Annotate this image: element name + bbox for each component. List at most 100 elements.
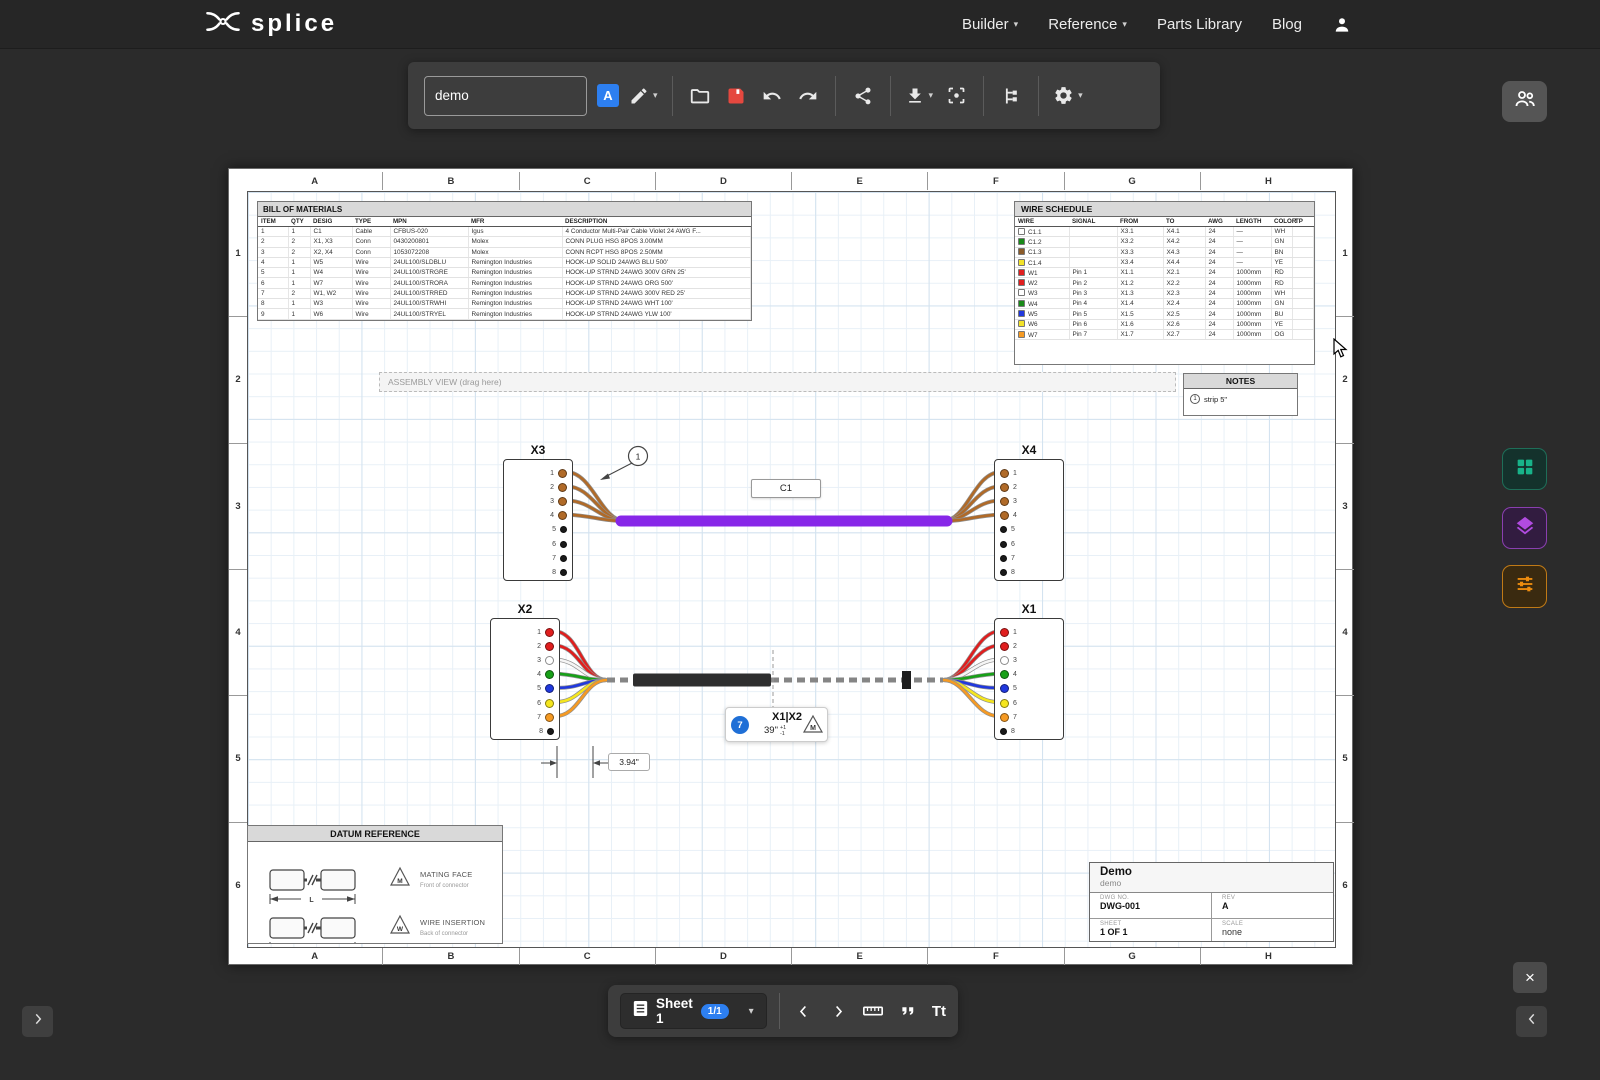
pin-X3-4[interactable]: 4: [550, 509, 567, 523]
connector-x3[interactable]: X3 12345678: [503, 443, 573, 581]
wire-color-swatch: [1018, 237, 1025, 245]
wire-row[interactable]: W7 Pin 7 X1.7 X2.7 24 1000mm OG: [1015, 329, 1314, 341]
save-button[interactable]: [723, 76, 749, 116]
fit-view-button[interactable]: [943, 76, 969, 116]
pin-X3-8[interactable]: 8: [552, 565, 567, 579]
pin-X2-2[interactable]: 2: [537, 639, 554, 653]
pin-X3-1[interactable]: 1: [550, 466, 567, 480]
pin-X4-7[interactable]: 7: [1000, 551, 1015, 565]
pin-X1-8[interactable]: 8: [1000, 724, 1015, 738]
wire-row[interactable]: W5 Pin 5 X1.5 X2.5 24 1000mm BU: [1015, 308, 1314, 320]
bom-row[interactable]: 5 1 W4 Wire 24UL100/STRGRE Remington Industri…: [258, 267, 751, 279]
connector-x2[interactable]: X2 12345678: [490, 602, 560, 740]
pin-X1-5[interactable]: 5: [1000, 682, 1017, 696]
pin-X1-2[interactable]: 2: [1000, 639, 1017, 653]
harness-tree-button[interactable]: [998, 76, 1024, 116]
bom-row[interactable]: 3 2 X2, X4 Conn 1053072208 Molex CONN RCPT HSG…: [258, 247, 751, 258]
pin-X2-3[interactable]: 3: [537, 653, 554, 667]
drawing-sheet[interactable]: ABCDEFGH ABCDEFGH 123456 123456 BILL OF …: [228, 168, 1354, 965]
prev-sheet-button[interactable]: [792, 993, 815, 1029]
bom-row[interactable]: 1 1 C1 Cable CFBUS-020 Igus 4 Conductor Multi-…: [258, 226, 751, 238]
wire-row[interactable]: W2 Pin 2 X1.2 X2.2 24 1000mm RD: [1015, 277, 1314, 289]
share-button[interactable]: [850, 76, 876, 116]
note-tool-button[interactable]: [897, 993, 920, 1029]
sheet-selector-button[interactable]: Sheet 1 1/1 ▾: [620, 993, 767, 1029]
nav-item-builder[interactable]: Builder ▾: [962, 16, 1018, 33]
pin-X2-8[interactable]: 8: [539, 724, 554, 738]
splice-logo[interactable]: splice: [205, 8, 337, 40]
assembly-view-dropzone[interactable]: ASSEMBLY VIEW (drag here): [379, 372, 1176, 392]
pin-X4-2[interactable]: 2: [1000, 480, 1017, 494]
properties-panel-button[interactable]: [1502, 565, 1547, 608]
pin-X1-4[interactable]: 4: [1000, 668, 1017, 682]
undo-button[interactable]: [759, 76, 785, 116]
pin-X2-1[interactable]: 1: [537, 625, 554, 639]
wire-row[interactable]: W3 Pin 3 X1.3 X2.3 24 1000mm WH: [1015, 288, 1314, 300]
pin-X3-2[interactable]: 2: [550, 480, 567, 494]
pin-X4-8[interactable]: 8: [1000, 565, 1015, 579]
breakout-dimension-label[interactable]: 3.94": [608, 753, 650, 771]
title-block[interactable]: Demo demo DWG NO. DWG-001 REV A SHEET 1 …: [1089, 862, 1334, 942]
pin-X2-4[interactable]: 4: [537, 668, 554, 682]
pin-X3-3[interactable]: 3: [550, 494, 567, 508]
bill-of-materials[interactable]: BILL OF MATERIALS ITEM QTY DESIG TYPE MPN MF…: [257, 201, 752, 321]
bom-row[interactable]: 2 2 X1, X3 Conn 0430200801 Molex CONN PLUG HSG…: [258, 236, 751, 248]
pin-X3-7[interactable]: 7: [552, 551, 567, 565]
pin-X3-6[interactable]: 6: [552, 537, 567, 551]
settings-button[interactable]: ▾: [1053, 76, 1083, 116]
edit-pencil-button[interactable]: ▾: [629, 76, 658, 116]
pin-X2-5[interactable]: 5: [537, 682, 554, 696]
project-name-input[interactable]: [424, 75, 587, 116]
collaborators-button[interactable]: [1502, 81, 1547, 122]
wire-color-swatch: [1018, 330, 1025, 338]
measure-tool-button[interactable]: [862, 993, 885, 1029]
wire-row[interactable]: C1.2 X3.2 X4.2 24— GN: [1015, 236, 1314, 248]
bom-row[interactable]: 9 1 W6 Wire 24UL100/STRYEL Remington Industri…: [258, 308, 751, 320]
bom-row[interactable]: 8 1 W3 Wire 24UL100/STRWHI Remington Industri…: [258, 298, 751, 310]
dwg-no-value: DWG-001: [1100, 901, 1141, 911]
wire-row[interactable]: W4 Pin 4 X1.4 X2.4 24 1000mm GN: [1015, 298, 1314, 310]
next-sheet-button[interactable]: [827, 993, 850, 1029]
account-icon[interactable]: [1332, 15, 1352, 35]
pin-X2-6[interactable]: 6: [537, 696, 554, 710]
parts-panel-button[interactable]: [1502, 448, 1547, 490]
connector-x1[interactable]: X1 12345678: [994, 602, 1064, 740]
annotation-mode-badge[interactable]: A: [597, 84, 619, 107]
pin-X4-6[interactable]: 6: [1000, 537, 1015, 551]
wire-row[interactable]: W1 Pin 1 X1.1 X2.1 24 1000mm RD: [1015, 267, 1314, 279]
redo-button[interactable]: [795, 76, 821, 116]
pin-X4-4[interactable]: 4: [1000, 509, 1017, 523]
connector-label: X3: [530, 443, 546, 457]
pin-X1-1[interactable]: 1: [1000, 625, 1017, 639]
pin-X2-7[interactable]: 7: [537, 710, 554, 724]
expand-left-panel-button[interactable]: [22, 1006, 53, 1037]
pin-X1-7[interactable]: 7: [1000, 710, 1017, 724]
pin-X3-5[interactable]: 5: [552, 523, 567, 537]
pin-X1-6[interactable]: 6: [1000, 696, 1017, 710]
connector-x4[interactable]: X4 12345678: [994, 443, 1064, 581]
wire-schedule[interactable]: WIRE SCHEDULE WIRE SIGNAL FROM TO AWG LENGT…: [1014, 201, 1315, 365]
wire-row[interactable]: W6 Pin 6 X1.6 X2.6 24 1000mm YE: [1015, 319, 1314, 330]
download-button[interactable]: ▾: [905, 76, 933, 116]
nav-item-blog[interactable]: Blog: [1272, 16, 1302, 33]
text-tool-button[interactable]: Tt: [932, 1003, 946, 1020]
nav-item-parts-library[interactable]: Parts Library: [1157, 16, 1242, 33]
bom-row[interactable]: 4 1 W5 Wire 24UL100/SLDBLU Remington Industri…: [258, 257, 751, 269]
nav-item-reference[interactable]: Reference ▾: [1048, 16, 1127, 33]
pin-X4-3[interactable]: 3: [1000, 494, 1017, 508]
bom-row[interactable]: 7 2 W1, W2 Wire 24UL100/STRRED Remington Indu…: [258, 288, 751, 300]
notes-box[interactable]: NOTES 1 strip 5": [1183, 373, 1298, 416]
close-panel-button[interactable]: ×: [1513, 962, 1547, 993]
pin-X4-1[interactable]: 1: [1000, 466, 1017, 480]
expand-right-panel-button[interactable]: [1516, 1006, 1547, 1037]
open-folder-button[interactable]: [687, 76, 713, 116]
wire-row[interactable]: C1.1 X3.1 X4.1 24— WH: [1015, 226, 1314, 238]
wire-row[interactable]: C1.3 X3.3 X4.3 24— BN: [1015, 247, 1314, 258]
pin-X1-3[interactable]: 3: [1000, 653, 1017, 667]
cable-label[interactable]: C1: [751, 479, 821, 498]
wire-row[interactable]: C1.4 X3.4 X4.4 24— YE: [1015, 257, 1314, 269]
layers-panel-button[interactable]: [1502, 507, 1547, 549]
length-annotation[interactable]: 7 X1|X2 39" +1 -1 M: [725, 707, 828, 742]
pin-X4-5[interactable]: 5: [1000, 523, 1015, 537]
bom-row[interactable]: 6 1 W7 Wire 24UL100/STRORA Remington Industri…: [258, 277, 751, 289]
